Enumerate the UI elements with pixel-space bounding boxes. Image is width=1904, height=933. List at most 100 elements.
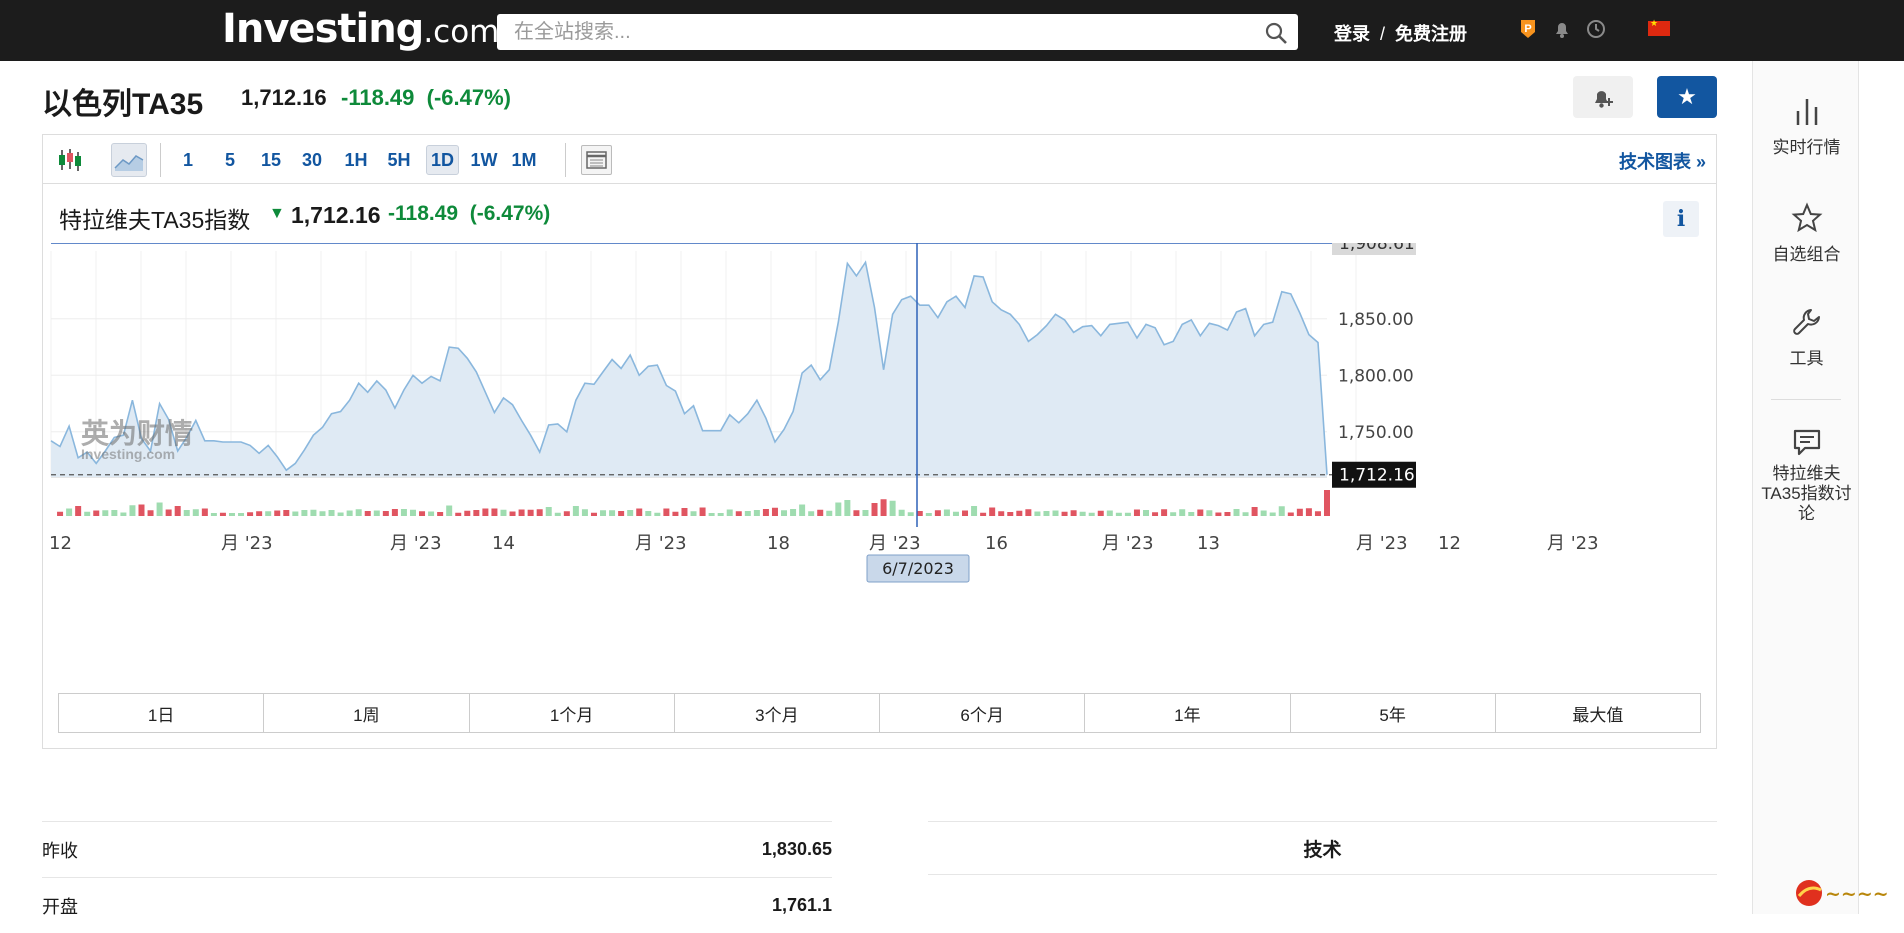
volume-bar: [219, 512, 226, 516]
chart-change-value: -118.49: [388, 202, 459, 225]
volume-bar: [1305, 508, 1312, 516]
clock-icon[interactable]: [1586, 19, 1606, 39]
interval-15[interactable]: 15: [258, 145, 284, 175]
volume-bar: [1314, 511, 1321, 516]
volume-bar: [473, 510, 480, 516]
volume-bar: [1179, 509, 1186, 516]
volume-bar: [952, 511, 959, 516]
rail-item-tools[interactable]: 工具: [1753, 306, 1860, 369]
interval-1w[interactable]: 1W: [468, 145, 500, 175]
interval-30[interactable]: 30: [299, 145, 325, 175]
volume-bar: [835, 502, 842, 516]
volume-bar: [373, 510, 380, 516]
volume-bar: [1161, 509, 1168, 516]
volume-bar: [808, 511, 815, 516]
china-flag-icon[interactable]: [1648, 18, 1670, 36]
rail-item-label: 实时行情: [1772, 138, 1841, 157]
price-chart[interactable]: 英为财情 Investing.com 1,850.001,800.001,750…: [43, 243, 1716, 683]
volume-bar: [563, 511, 570, 516]
register-link[interactable]: 免费注册: [1395, 24, 1467, 44]
volume-bar: [1025, 509, 1032, 516]
technical-section-header[interactable]: 技术: [928, 821, 1717, 875]
right-sidebar: 实时行情 自选组合 工具 特拉维夫TA35指数讨论: [1752, 61, 1859, 914]
investing-logo[interactable]: Investing.com: [222, 6, 499, 52]
range-3m[interactable]: 3个月: [675, 694, 880, 732]
corner-brand-logo: ~~~~: [1796, 880, 1889, 906]
volume-bar: [663, 508, 670, 516]
volume-bar: [1152, 512, 1159, 516]
volume-bar: [572, 506, 579, 516]
info-button[interactable]: i: [1663, 201, 1699, 237]
volume-bar: [120, 512, 127, 516]
x-tick-label: 12: [1438, 533, 1461, 554]
volume-bar: [998, 511, 1005, 516]
interval-1h[interactable]: 1H: [342, 145, 370, 175]
volume-bar: [826, 510, 833, 516]
area-chart-button[interactable]: [111, 143, 147, 177]
key-stats: 昨收 1,830.65 开盘 1,761.1: [42, 821, 832, 933]
last-price: 1,712.16: [241, 85, 327, 110]
interval-1[interactable]: 1: [177, 145, 199, 175]
rail-item-watchlist[interactable]: 自选组合: [1753, 202, 1860, 265]
volume-bar: [844, 500, 851, 516]
candlestick-icon[interactable]: [57, 147, 83, 173]
interval-5[interactable]: 5: [219, 145, 241, 175]
volume-bar: [889, 500, 896, 516]
interval-1d[interactable]: 1D: [426, 145, 459, 175]
volume-bar: [536, 509, 543, 516]
interval-5h[interactable]: 5H: [384, 145, 414, 175]
volume-bar: [382, 511, 389, 516]
volume-bar: [455, 512, 462, 516]
volume-bar: [156, 502, 163, 516]
volume-bar: [174, 506, 181, 516]
range-1m[interactable]: 1个月: [470, 694, 675, 732]
volume-bar: [898, 509, 905, 516]
rail-item-label: 工具: [1789, 349, 1824, 368]
search-icon[interactable]: [1264, 21, 1288, 45]
add-alert-button[interactable]: [1573, 76, 1633, 118]
range-6m[interactable]: 6个月: [880, 694, 1086, 732]
range-max[interactable]: 最大值: [1496, 694, 1700, 732]
search-box[interactable]: [497, 14, 1298, 50]
x-tick-label: 月 '23: [1356, 533, 1408, 554]
login-link[interactable]: 登录: [1334, 24, 1370, 44]
technical-chart-link[interactable]: 技术图表 »: [1619, 148, 1706, 174]
search-input[interactable]: [497, 14, 1237, 50]
bell-icon[interactable]: [1552, 19, 1572, 39]
volume-bar: [102, 510, 109, 516]
table-view-button[interactable]: [581, 145, 612, 175]
volume-bar: [980, 512, 987, 516]
volume-bar: [337, 512, 344, 516]
volume-bar: [57, 511, 64, 516]
top-navigation-bar: Investing.com 登录 / 免费注册 P: [0, 0, 1904, 61]
chart-instrument-name: 特拉维夫TA35指数: [59, 207, 251, 233]
volume-bar: [590, 512, 597, 516]
range-1d[interactable]: 1日: [59, 694, 265, 732]
volume-bar: [771, 507, 778, 516]
range-5y[interactable]: 5年: [1291, 694, 1496, 732]
volume-bar: [1206, 510, 1213, 516]
volume-bar: [256, 511, 263, 516]
add-to-watchlist-button[interactable]: ★: [1657, 76, 1717, 118]
chart-toolbar: 1 5 15 30 1H 5H 1D 1W 1M 技术图表 »: [43, 135, 1716, 184]
x-tick-label: 月 '23: [869, 533, 921, 554]
investing-pro-icon[interactable]: P: [1518, 18, 1538, 40]
volume-bar: [292, 511, 299, 516]
volume-bar: [1034, 511, 1041, 516]
volume-bar: [147, 510, 154, 516]
volume-bar: [962, 510, 969, 516]
rail-divider: [1771, 399, 1841, 400]
volume-bar: [1016, 510, 1023, 516]
volume-bar: [627, 510, 634, 516]
range-1w[interactable]: 1周: [264, 694, 470, 732]
rail-item-discussion[interactable]: 特拉维夫TA35指数讨论: [1753, 426, 1860, 524]
volume-bar: [1215, 512, 1222, 516]
volume-bar: [545, 507, 552, 516]
volume-bar: [1133, 509, 1140, 516]
page-title: 以色列TA35: [42, 88, 204, 121]
crosshair-date-label: 6/7/2023: [882, 559, 954, 578]
range-1y[interactable]: 1年: [1085, 694, 1291, 732]
interval-1m[interactable]: 1M: [508, 145, 540, 175]
rail-item-quotes[interactable]: 实时行情: [1753, 97, 1860, 158]
volume-bar: [419, 511, 426, 516]
